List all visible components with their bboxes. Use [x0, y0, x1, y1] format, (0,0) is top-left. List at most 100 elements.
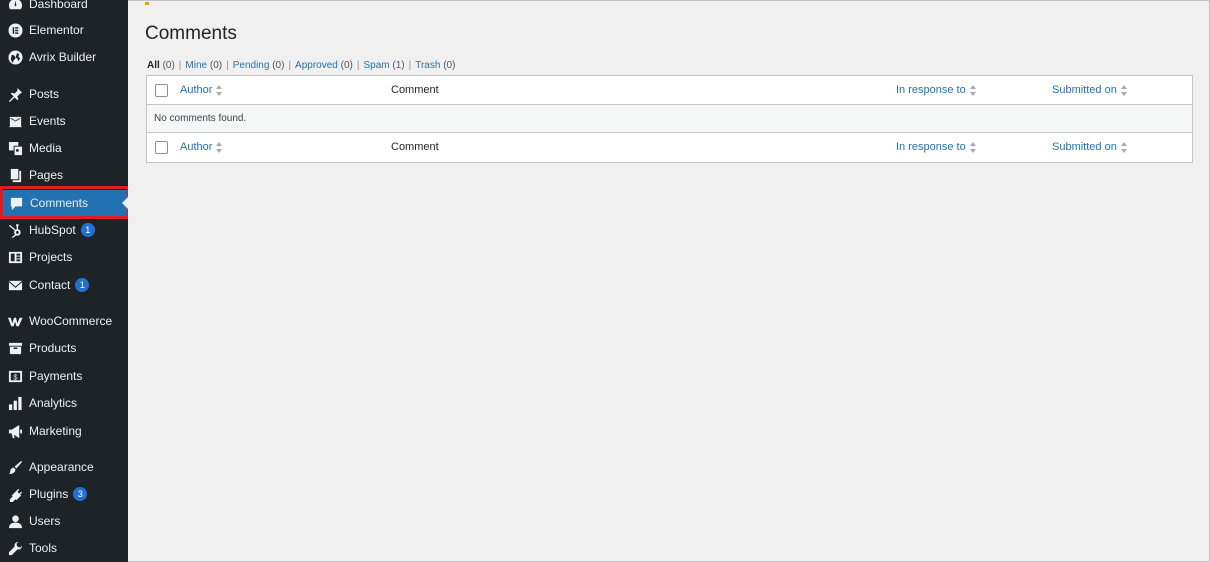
- column-comment-header: Comment: [391, 141, 439, 153]
- sidebar-item-pages[interactable]: Pages: [0, 162, 128, 188]
- elementor-icon: [7, 22, 23, 38]
- column-label: In response to: [896, 141, 966, 153]
- sort-submitted-link[interactable]: Submitted on: [1052, 84, 1127, 96]
- megaphone-icon: [7, 423, 23, 439]
- sidebar-item-label: Tools: [29, 541, 58, 555]
- archive-box-icon: [7, 340, 23, 356]
- select-all-checkbox-footer[interactable]: [155, 141, 168, 154]
- sidebar-item-hubspot[interactable]: HubSpot 1: [0, 217, 128, 243]
- sidebar-item-users[interactable]: Users: [0, 508, 128, 534]
- sidebar-item-label: Users: [29, 514, 61, 528]
- column-comment-header: Comment: [391, 84, 439, 96]
- sidebar-item-marketing[interactable]: Marketing: [0, 418, 128, 444]
- sidebar-item-label: Avrix Builder: [29, 50, 97, 64]
- sidebar-item-payments[interactable]: $ Payments: [0, 363, 128, 389]
- filter-count: (0): [162, 60, 175, 71]
- sort-arrows-icon: [1120, 84, 1127, 96]
- select-all-checkbox[interactable]: [155, 84, 168, 97]
- filter-count: (0): [209, 60, 223, 71]
- wrench-icon: [7, 540, 23, 556]
- sidebar-item-label: Dashboard: [29, 0, 88, 11]
- sidebar-item-events[interactable]: Events: [0, 108, 128, 134]
- sidebar-item-label: Appearance: [29, 460, 94, 474]
- sidebar-item-woocommerce[interactable]: WooCommerce: [0, 308, 128, 334]
- sidebar-item-elementor[interactable]: Elementor: [0, 17, 128, 43]
- sidebar-item-analytics[interactable]: Analytics: [0, 390, 128, 416]
- sort-arrows-icon: [216, 84, 223, 96]
- filter-all[interactable]: All: [147, 60, 160, 71]
- events-icon: [7, 113, 23, 129]
- filter-mine[interactable]: Mine: [185, 60, 207, 71]
- sidebar-item-media[interactable]: Media: [0, 135, 128, 161]
- pages-icon: [7, 167, 23, 183]
- sidebar-item-appearance[interactable]: Appearance: [0, 454, 128, 480]
- sidebar-item-label: Contact: [29, 278, 71, 292]
- sidebar-item-posts[interactable]: Posts: [0, 81, 128, 107]
- mail-icon: [7, 277, 23, 293]
- plug-icon: [7, 486, 23, 502]
- globe-icon: [7, 49, 23, 65]
- media-icon: [7, 140, 23, 156]
- sidebar-item-projects[interactable]: Projects: [0, 244, 128, 270]
- filter-pending[interactable]: Pending: [233, 60, 270, 71]
- filter-count: (0): [340, 60, 353, 71]
- filter-separator: |: [178, 60, 182, 71]
- sidebar-item-label: Products: [29, 341, 77, 355]
- notification-badge: 1: [80, 223, 95, 237]
- filter-trash[interactable]: Trash: [415, 60, 440, 71]
- sort-arrows-icon: [1120, 141, 1127, 153]
- empty-message: No comments found.: [154, 113, 247, 124]
- sidebar-item-label: Marketing: [29, 424, 82, 438]
- sidebar-item-label: Comments: [30, 196, 89, 210]
- sort-arrows-icon: [969, 141, 976, 153]
- filter-spam[interactable]: Spam: [363, 60, 389, 71]
- sidebar-item-label: Payments: [29, 369, 83, 383]
- sort-response-link[interactable]: In response to: [896, 141, 976, 153]
- sidebar-item-label: Plugins: [29, 487, 69, 501]
- table-footer-row: Author Comment In response to Submitted …: [147, 133, 1192, 162]
- sidebar-item-avrix-builder[interactable]: Avrix Builder: [0, 44, 128, 70]
- column-label: Submitted on: [1052, 141, 1117, 153]
- filter-separator: |: [356, 60, 360, 71]
- sort-submitted-link[interactable]: Submitted on: [1052, 141, 1127, 153]
- hubspot-icon: [7, 222, 23, 238]
- sort-author-link[interactable]: Author: [180, 141, 223, 153]
- portfolio-icon: [7, 249, 23, 265]
- filter-approved[interactable]: Approved: [295, 60, 338, 71]
- sort-response-link[interactable]: In response to: [896, 84, 976, 96]
- sidebar-item-label: Projects: [29, 250, 73, 264]
- sidebar-item-label: Analytics: [29, 396, 78, 410]
- main-content: Comments All (0) | Mine (0) | Pending (0) | Ap…: [128, 0, 1210, 562]
- page-title: Comments: [145, 23, 237, 44]
- sort-author-link[interactable]: Author: [180, 84, 223, 96]
- sort-arrows-icon: [216, 141, 223, 153]
- comments-table: Author Comment In response to Submitted …: [146, 75, 1193, 163]
- sidebar-item-label: Media: [29, 141, 62, 155]
- sidebar-item-label: Posts: [29, 87, 60, 101]
- notification-badge: 3: [73, 487, 88, 501]
- sidebar-item-label: WooCommerce: [29, 314, 113, 328]
- woocommerce-icon: [7, 313, 23, 329]
- sidebar-item-label: HubSpot: [29, 223, 76, 237]
- empty-row: No comments found.: [147, 105, 1192, 133]
- sidebar-item-dashboard[interactable]: Dashboard: [0, 0, 128, 17]
- notice-indicator: [145, 2, 149, 5]
- paintbrush-icon: [7, 459, 23, 475]
- sidebar-item-contact[interactable]: Contact 1: [0, 272, 128, 298]
- table-header-row: Author Comment In response to Submitted …: [147, 76, 1192, 105]
- dashboard-icon: [7, 0, 23, 12]
- comment-bubble-icon: [8, 195, 24, 211]
- sidebar-item-products[interactable]: Products: [0, 335, 128, 361]
- notification-badge: 1: [75, 278, 90, 292]
- bar-chart-icon: [7, 395, 23, 411]
- sidebar-item-comments[interactable]: Comments: [0, 186, 128, 219]
- filter-count: (0): [443, 60, 456, 71]
- filter-count: (1): [392, 60, 405, 71]
- sidebar-item-tools[interactable]: Tools: [0, 535, 128, 561]
- column-label: Submitted on: [1052, 84, 1117, 96]
- column-label: In response to: [896, 84, 966, 96]
- column-label: Author: [180, 141, 213, 153]
- comment-status-filters: All (0) | Mine (0) | Pending (0) | Approved (0…: [147, 60, 455, 71]
- column-label: Author: [180, 84, 213, 96]
- sidebar-item-plugins[interactable]: Plugins 3: [0, 481, 128, 507]
